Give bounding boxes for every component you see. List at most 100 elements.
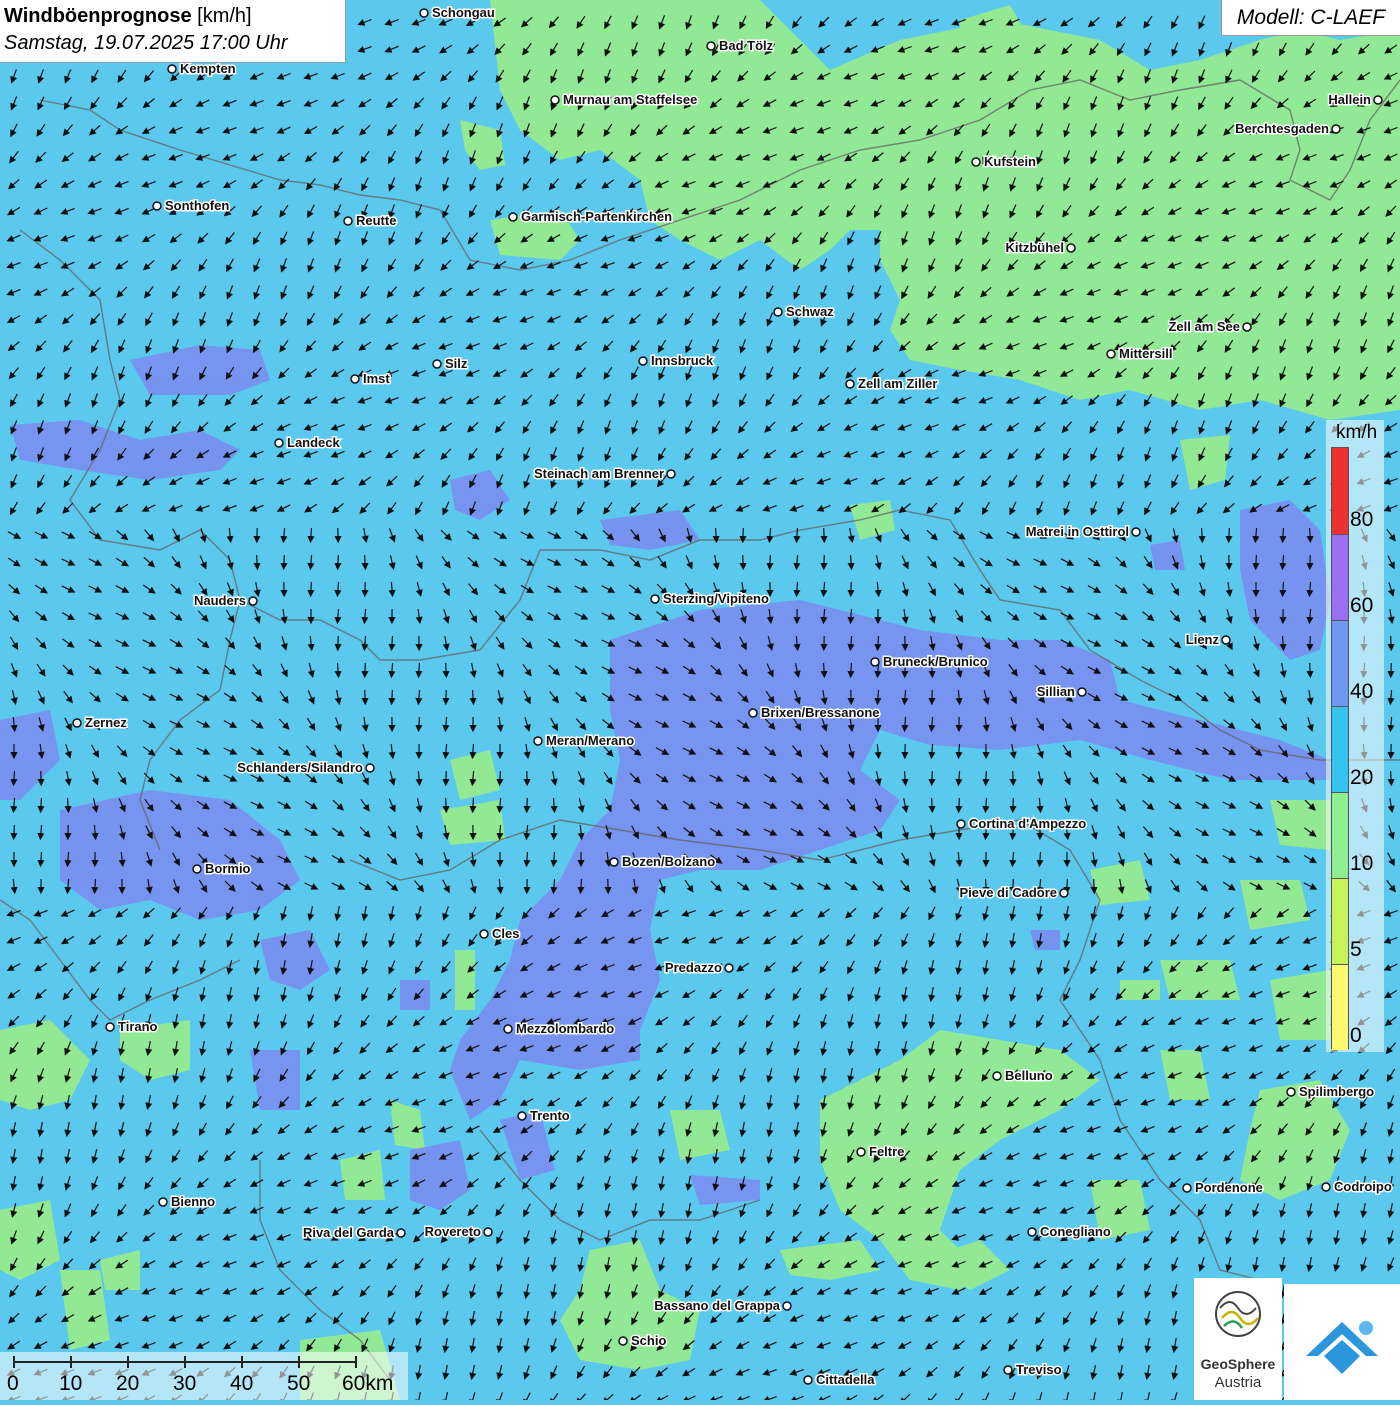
legend-label-20: 20 — [1350, 766, 1373, 790]
city-dot — [551, 96, 559, 104]
city-dot — [749, 709, 757, 717]
forecast-datetime: Samstag, 19.07.2025 17:00 Uhr — [4, 29, 341, 57]
legend-label-5: 5 — [1350, 938, 1362, 962]
city-marker: Bruneck/Brunico — [871, 654, 988, 669]
wind-arrow — [446, 690, 447, 704]
city-dot — [504, 1025, 512, 1033]
wind-arrow — [257, 555, 258, 569]
wind-arrow — [851, 663, 852, 677]
city-dot — [639, 357, 647, 365]
city-dot — [509, 213, 517, 221]
legend-seg-40-60 — [1332, 620, 1348, 706]
city-dot — [420, 9, 428, 17]
city-label: Silz — [445, 356, 468, 371]
city-label: Predazzo — [665, 960, 722, 975]
city-marker: Schlanders/Silandro — [237, 760, 374, 775]
wind-arrow — [14, 825, 15, 839]
city-dot — [1322, 1183, 1330, 1191]
city-label: Sillian — [1037, 684, 1075, 699]
title-unit: [km/h] — [197, 5, 251, 27]
city-label: Innsbruck — [651, 353, 714, 368]
city-dot — [957, 820, 965, 828]
wind-arrow — [1094, 879, 1095, 893]
city-dot — [1222, 636, 1230, 644]
wind-arrow — [311, 582, 312, 596]
city-dot — [857, 1148, 865, 1156]
city-marker: Riva del Garda — [303, 1225, 405, 1240]
city-label: Matrei in Osttirol — [1026, 524, 1129, 539]
geosphere-logo-subtext: Austria — [1194, 1374, 1282, 1391]
city-label: Cles — [492, 926, 519, 941]
city-dot — [275, 439, 283, 447]
city-dot — [351, 375, 359, 383]
city-marker: Mezzolombardo — [504, 1021, 614, 1036]
city-label: Spilimbergo — [1299, 1084, 1374, 1099]
city-dot — [1107, 350, 1115, 358]
legend-seg-10-20 — [1332, 792, 1348, 878]
wind-arrow — [392, 690, 393, 704]
city-marker: Zell am See — [1168, 319, 1251, 334]
city-dot — [1078, 688, 1086, 696]
city-label: Pieve di Cadore — [959, 885, 1057, 900]
wind-arrow — [500, 771, 501, 785]
wind-arrow — [41, 798, 42, 812]
city-dot — [193, 865, 201, 873]
model-label: Modell: C-LAEF — [1221, 0, 1400, 36]
scale-label-20: 20 — [116, 1372, 139, 1396]
city-marker: Pordenone — [1183, 1180, 1263, 1195]
wind-arrow — [932, 798, 933, 812]
city-dot — [1060, 889, 1068, 897]
city-dot — [610, 858, 618, 866]
geosphere-logo-icon — [1194, 1278, 1282, 1356]
city-marker: Matrei in Osttirol — [1026, 524, 1140, 539]
city-label: Belluno — [1005, 1068, 1053, 1083]
city-label: Kempten — [180, 61, 236, 76]
city-dot — [1183, 1184, 1191, 1192]
wind-arrow — [959, 798, 960, 812]
city-label: Bassano del Grappa — [654, 1298, 780, 1313]
map-title-box: Windböenprognose [km/h] Samstag, 19.07.2… — [0, 0, 346, 63]
wind-arrow — [1202, 528, 1203, 542]
wind-arrow — [1391, 663, 1392, 677]
city-dot — [518, 1112, 526, 1120]
city-marker: Conegliano — [1028, 1224, 1111, 1239]
geosphere-logo-text: GeoSphere — [1194, 1356, 1282, 1372]
legend-label-80: 80 — [1350, 508, 1373, 532]
wind-arrow — [446, 798, 447, 812]
city-marker: Garmisch-Partenkirchen — [509, 209, 672, 224]
city-label: Bad Tölz — [719, 38, 774, 53]
legend-label-40: 40 — [1350, 680, 1373, 704]
wind-arrow — [932, 771, 933, 785]
city-label: Murnau am Staffelsee — [563, 92, 697, 107]
city-label: Garmisch-Partenkirchen — [521, 209, 672, 224]
city-label: Codroipo — [1334, 1179, 1392, 1194]
wind-arrow — [1391, 636, 1392, 650]
city-label: Brixen/Bressanone — [761, 705, 880, 720]
city-label: Cittadella — [816, 1372, 875, 1387]
wind-arrow — [446, 663, 447, 677]
city-marker: Spilimbergo — [1287, 1084, 1374, 1099]
city-dot — [534, 737, 542, 745]
scale-label-10: 10 — [59, 1372, 82, 1396]
wind-arrow — [743, 528, 744, 542]
scale-label-40: 40 — [230, 1372, 253, 1396]
scale-label-50: 50 — [287, 1372, 310, 1396]
legend-label-10: 10 — [1350, 852, 1373, 876]
legend-label-60: 60 — [1350, 594, 1373, 618]
city-marker: Innsbruck — [639, 353, 714, 368]
city-label: Steinach am Brenner — [534, 466, 664, 481]
city-marker: Pieve di Cadore — [959, 885, 1068, 900]
wind-gust-map[interactable]: SchongauBad TölzKemptenMurnau am Staffel… — [0, 0, 1400, 1400]
legend-seg-20-40 — [1332, 706, 1348, 792]
city-marker: Bassano del Grappa — [654, 1298, 791, 1313]
wind-arrow — [473, 798, 474, 812]
city-label: Meran/Merano — [546, 733, 634, 748]
city-label: Feltre — [869, 1144, 904, 1159]
wind-arrow — [1310, 528, 1311, 542]
city-dot — [249, 597, 257, 605]
city-dot — [1374, 96, 1382, 104]
city-label: Mezzolombardo — [516, 1021, 614, 1036]
city-marker: Murnau am Staffelsee — [551, 92, 697, 107]
city-label: Schio — [631, 1333, 666, 1348]
city-dot — [972, 158, 980, 166]
